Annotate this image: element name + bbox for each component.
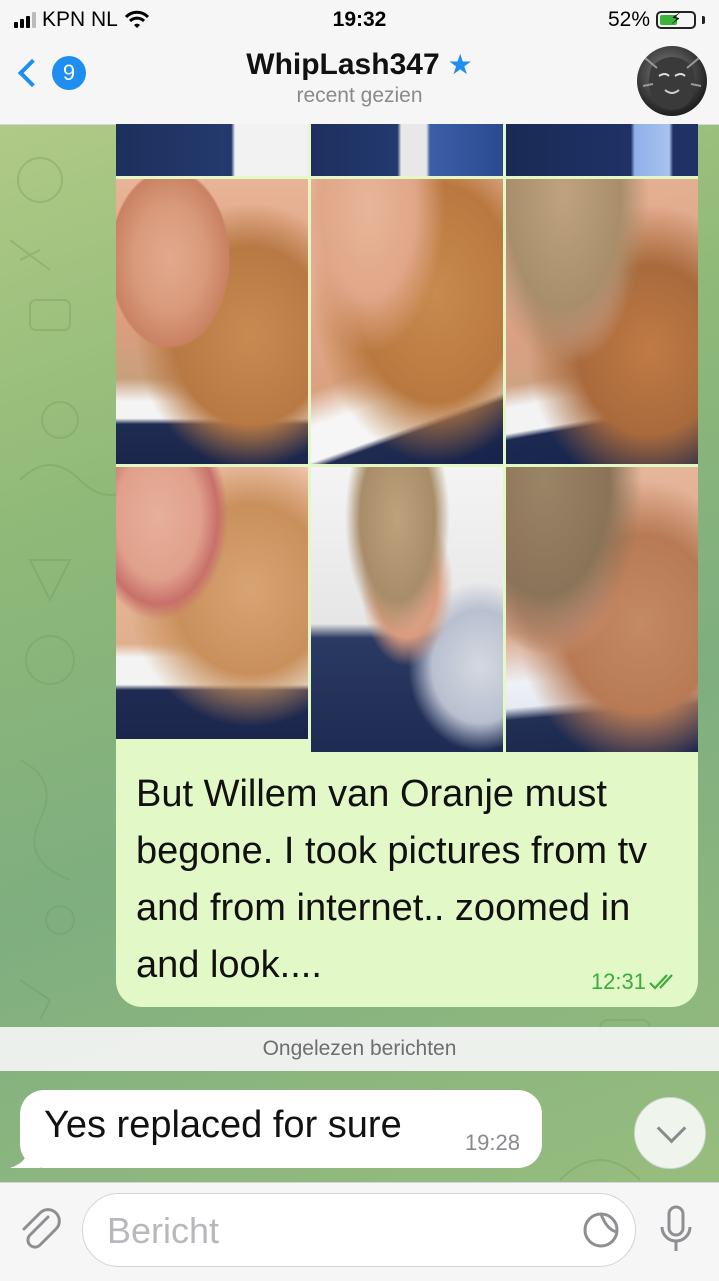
unread-messages-divider: Ongelezen berichten xyxy=(0,1027,719,1071)
status-bar: KPN NL 19:32 52% ⚡ xyxy=(0,0,719,40)
message-input-field[interactable] xyxy=(82,1193,636,1268)
star-icon: ★ xyxy=(447,49,473,80)
paperclip-icon[interactable] xyxy=(18,1205,62,1255)
photo-tile[interactable] xyxy=(311,179,503,464)
battery-percent: 52% xyxy=(607,8,650,31)
chat-header: 9 WhipLash347 ★ recent gezien xyxy=(0,40,719,125)
incoming-message-bubble[interactable]: Yes replaced for sure 19:28 xyxy=(20,1090,542,1168)
photo-tile[interactable] xyxy=(311,124,503,176)
photo-tile[interactable] xyxy=(506,467,698,752)
photo-tile[interactable] xyxy=(311,467,503,752)
contact-status: recent gezien xyxy=(296,84,423,107)
photo-tile[interactable] xyxy=(116,124,308,176)
sticker-icon[interactable] xyxy=(581,1210,621,1250)
photo-album-grid[interactable] xyxy=(116,124,698,752)
battery-charging-icon: ⚡ xyxy=(656,11,696,29)
microphone-icon[interactable] xyxy=(656,1205,696,1257)
message-input[interactable] xyxy=(105,1194,569,1268)
incoming-message-time: 19:28 xyxy=(464,1130,520,1155)
photo-tile[interactable] xyxy=(116,179,308,464)
contact-name: WhipLash347 xyxy=(246,48,440,81)
scroll-to-bottom-button[interactable] xyxy=(634,1097,706,1169)
outgoing-message-bubble[interactable]: But Willem van Oranje must begone. I too… xyxy=(116,124,698,1007)
incoming-message-text: Yes replaced for sure xyxy=(44,1104,402,1146)
avatar[interactable] xyxy=(637,46,707,116)
photo-tile[interactable] xyxy=(116,467,308,739)
chevron-down-icon xyxy=(656,1113,687,1144)
photo-tile[interactable] xyxy=(506,124,698,176)
outgoing-message-text: But Willem van Oranje must begone. I too… xyxy=(136,773,648,986)
message-time: 12:31 xyxy=(590,969,646,994)
photo-tile[interactable] xyxy=(506,179,698,464)
chat-title-area[interactable]: WhipLash347 ★ recent gezien xyxy=(0,48,719,108)
message-input-bar xyxy=(0,1182,719,1281)
message-meta: 12:31 xyxy=(591,969,680,995)
double-check-icon xyxy=(648,972,680,992)
